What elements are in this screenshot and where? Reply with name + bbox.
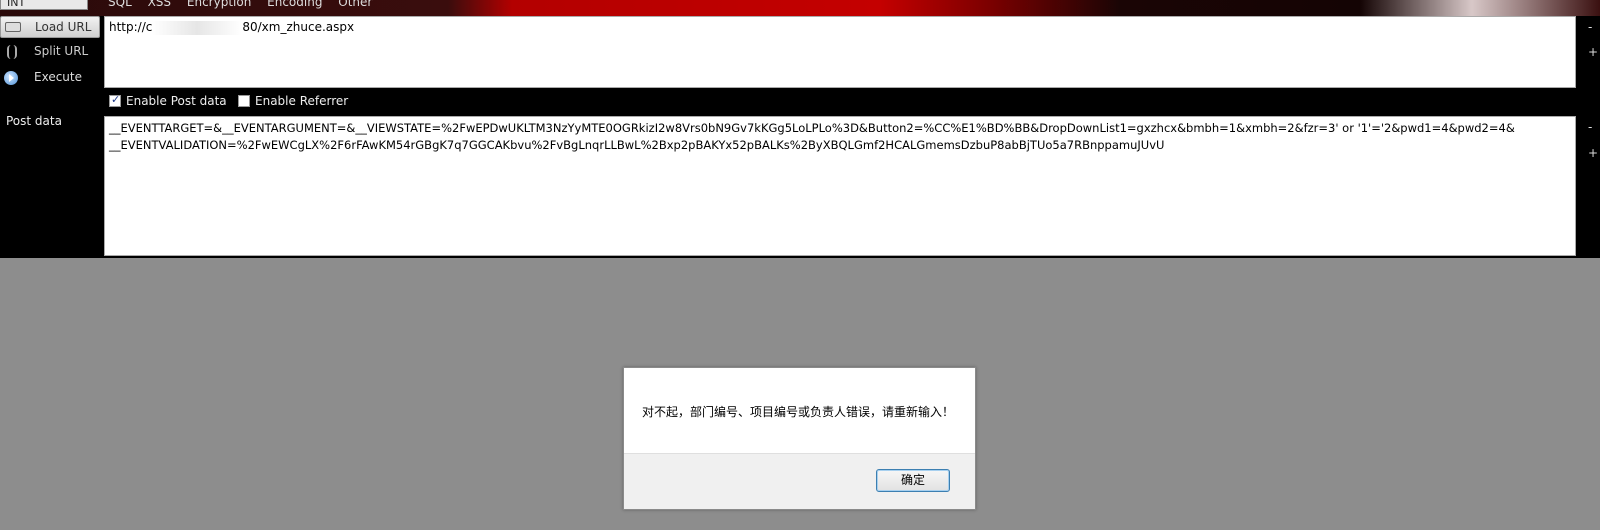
split-url-label: Split URL	[34, 44, 89, 58]
menu-other[interactable]: Other	[338, 0, 372, 9]
split-url-button[interactable]: Split URL	[0, 41, 100, 63]
load-url-button[interactable]: Load URL	[0, 16, 100, 38]
menu-encoding[interactable]: Encoding	[267, 0, 322, 9]
url-prefix: http://c	[109, 20, 153, 34]
post-data-label: Post data	[6, 114, 62, 128]
post-data-line: __EVENTVALIDATION=%2FwEWCgLX%2F6rFAwKM54…	[109, 138, 1165, 152]
ok-button[interactable]: 确定	[876, 469, 950, 492]
checkbox-unchecked-icon	[238, 95, 250, 107]
alert-footer: 确定	[624, 453, 975, 509]
execute-label: Execute	[34, 70, 82, 84]
type-combo[interactable]: INT	[0, 0, 88, 10]
alert-dialog: 对不起，部门编号、项目编号或负责人错误，请重新输入！ 确定	[623, 367, 976, 510]
alert-message: 对不起，部门编号、项目编号或负责人错误，请重新输入！	[642, 405, 955, 419]
post-expand-button[interactable]: +	[1588, 146, 1598, 160]
top-menu: SQL XSS Encryption Encoding Other	[108, 0, 384, 9]
url-input[interactable]: http://c 80/xm_zhuce.aspx	[104, 16, 1576, 88]
play-icon	[4, 71, 18, 85]
banner-image: INT SQL XSS Encryption Encoding Other	[0, 0, 1600, 16]
menu-sql[interactable]: SQL	[108, 0, 132, 9]
enable-referrer-label: Enable Referrer	[255, 94, 349, 108]
enable-referrer-checkbox[interactable]: Enable Referrer	[238, 94, 348, 108]
enable-post-checkbox[interactable]: Enable Post data	[109, 93, 227, 108]
url-suffix: 80/xm_zhuce.aspx	[242, 20, 355, 34]
post-data-line: __EVENTTARGET=&__EVENTARGUMENT=&__VIEWST…	[109, 121, 1515, 135]
menu-encryption[interactable]: Encryption	[187, 0, 251, 9]
load-url-icon	[5, 22, 21, 32]
url-redacted	[152, 20, 243, 35]
load-url-label: Load URL	[35, 20, 92, 34]
scissors-icon	[7, 45, 17, 59]
url-shrink-button[interactable]: -	[1588, 20, 1592, 34]
hackbar-panel: INT SQL XSS Encryption Encoding Other Lo…	[0, 0, 1600, 258]
menu-xss[interactable]: XSS	[148, 0, 171, 9]
execute-button[interactable]: Execute	[0, 67, 100, 89]
enable-post-label: Enable Post data	[126, 94, 227, 108]
post-shrink-button[interactable]: -	[1588, 120, 1592, 134]
url-expand-button[interactable]: +	[1588, 45, 1598, 59]
checkbox-checked-icon	[109, 93, 121, 107]
post-data-input[interactable]: __EVENTTARGET=&__EVENTARGUMENT=&__VIEWST…	[104, 116, 1576, 256]
